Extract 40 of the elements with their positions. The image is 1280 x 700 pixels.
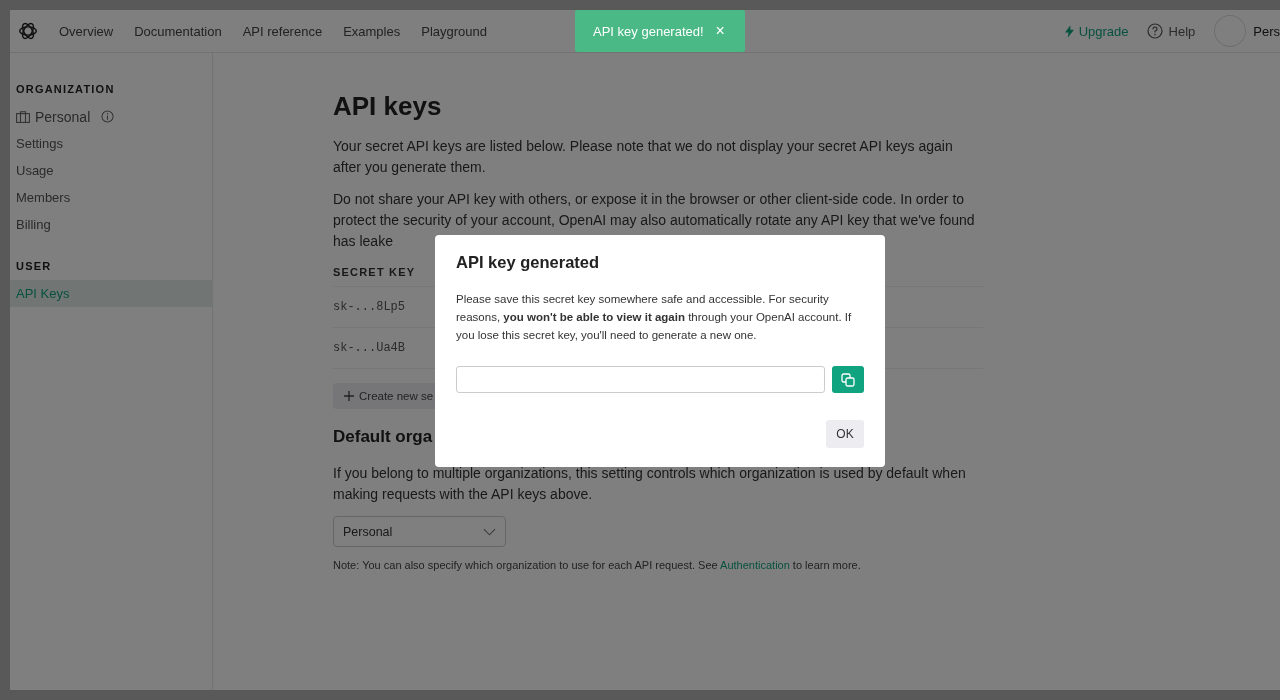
sidebar-heading: USER [15, 260, 53, 272]
sidebar-item[interactable]: Billing [10, 211, 212, 238]
close-button[interactable]: × [713, 22, 727, 40]
briefcase-icon [16, 110, 30, 123]
lightning-icon [1064, 24, 1074, 38]
sidebar-item[interactable]: Settings [10, 130, 212, 157]
paragraph: If you belong to multiple organizations, this setting controls which organization is used by default when making requests with the API keys above. [333, 464, 967, 504]
copy-icon [841, 372, 856, 387]
nav-link[interactable]: Playground [421, 23, 487, 39]
note-text: Note: You can also specify which organization to use for each API request. See Authentication to learn more. [333, 559, 862, 571]
secret-key-field[interactable] [456, 366, 826, 393]
nav-link[interactable]: Documentation [134, 23, 222, 39]
sidebar-item[interactable]: Members [10, 184, 212, 211]
organization-item[interactable]: Personal [10, 103, 212, 130]
nav-link[interactable]: Overview [59, 23, 114, 39]
paragraph: Do not share your API key with others, or expose it in the browser or other client-side code. In order to protect the security of your account, OpenAI may also automatically rotate any API key that we've found has leake [333, 190, 976, 251]
nav-link[interactable]: API reference [242, 23, 323, 39]
plus-icon [344, 391, 354, 401]
logo-icon[interactable] [17, 20, 39, 42]
copy-button[interactable] [832, 366, 864, 393]
help-icon [1146, 23, 1163, 39]
sidebar-heading: ORGANIZATION [15, 83, 116, 95]
section-title: Default orga [333, 427, 433, 447]
sidebar-item[interactable]: API Keys [10, 280, 212, 307]
help-link[interactable]: Help [1146, 23, 1196, 39]
dialog-message: Please save this secret key somewhere safe and accessible. For security reasons, you won't be able to view it again through your OpenAI account. If you lose this secret key, you'll need to generate a new one. [456, 292, 853, 343]
authentication-link[interactable]: Authentication [720, 559, 790, 571]
ok-button[interactable]: OK [826, 420, 864, 448]
nav-link[interactable]: Examples [343, 23, 401, 39]
chevron-down-icon [483, 527, 496, 536]
organization-select[interactable]: Personal [333, 516, 506, 547]
sidebar-item[interactable]: Usage [10, 157, 212, 184]
paragraph: Your secret API keys are listed below. Please note that we do not display your secret API keys again after you generate them. [333, 137, 954, 177]
page-title: API keys [333, 91, 443, 122]
toast-message: API key generated! [593, 23, 704, 39]
account-name[interactable]: Pers [1253, 23, 1280, 39]
info-icon [101, 110, 115, 123]
table-cell: sk-...8Lp5 [333, 300, 405, 314]
table-cell: sk-...Ua4B [333, 341, 405, 355]
upgrade-link[interactable]: Upgrade [1064, 23, 1129, 39]
